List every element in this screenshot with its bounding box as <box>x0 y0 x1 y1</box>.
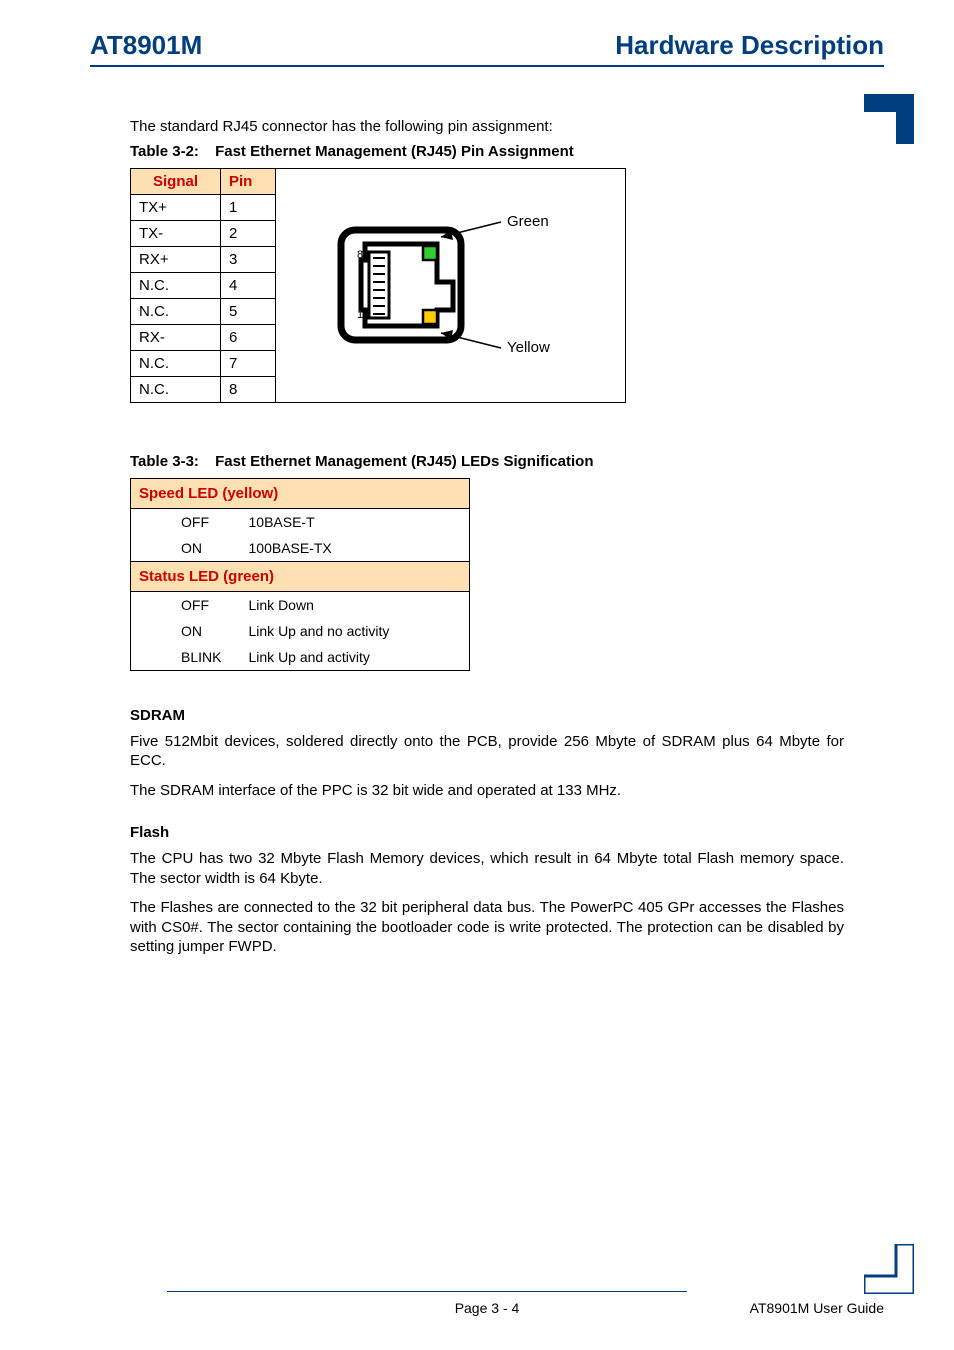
rj45-connector-icon: Green Yellow <box>311 200 591 370</box>
table-row: OFF10BASE-T <box>131 508 470 535</box>
corner-mark-icon <box>864 94 914 144</box>
cell-signal: N.C. <box>131 298 221 324</box>
intro-paragraph: The standard RJ45 connector has the foll… <box>130 117 844 137</box>
table-3-2-caption: Table 3-2: Fast Ethernet Management (RJ4… <box>130 143 844 160</box>
cell-state: OFF <box>131 591 241 618</box>
flash-heading: Flash <box>130 824 844 841</box>
cell-pin: 2 <box>221 220 276 246</box>
led-signification-table: Speed LED (yellow) OFF10BASE-T ON100BASE… <box>130 478 470 671</box>
cell-state: ON <box>131 618 241 644</box>
green-label: Green <box>507 213 549 230</box>
cell-meaning: Link Up and activity <box>241 644 470 671</box>
sdram-para-2: The SDRAM interface of the PPC is 32 bit… <box>130 781 844 801</box>
svg-text:8: 8 <box>357 249 363 261</box>
header-section: Hardware Description <box>615 30 884 61</box>
pin-assignment-table: Signal Pin Green Yellow <box>130 168 626 403</box>
cell-signal: N.C. <box>131 376 221 402</box>
cell-state: ON <box>131 535 241 562</box>
cell-signal: RX+ <box>131 246 221 272</box>
table-3-3-caption: Table 3-3: Fast Ethernet Management (RJ4… <box>130 453 844 470</box>
svg-text:1: 1 <box>357 309 363 321</box>
header-product: AT8901M <box>90 30 202 61</box>
speed-led-header: Speed LED (yellow) <box>131 478 470 508</box>
corner-mark-bottom-icon <box>864 1244 914 1294</box>
footer-rule <box>167 1291 687 1292</box>
cell-signal: RX- <box>131 324 221 350</box>
th-signal: Signal <box>131 168 221 194</box>
table-3-2-label: Table 3-2: <box>130 143 199 160</box>
cell-pin: 7 <box>221 350 276 376</box>
th-pin: Pin <box>221 168 276 194</box>
cell-signal: N.C. <box>131 350 221 376</box>
table-row: BLINKLink Up and activity <box>131 644 470 671</box>
flash-para-2: The Flashes are connected to the 32 bit … <box>130 898 844 957</box>
cell-meaning: 100BASE-TX <box>241 535 470 562</box>
cell-signal: N.C. <box>131 272 221 298</box>
table-3-2-title: Fast Ethernet Management (RJ45) Pin Assi… <box>215 143 574 160</box>
sdram-heading: SDRAM <box>130 707 844 724</box>
table-3-3-title: Fast Ethernet Management (RJ45) LEDs Sig… <box>215 453 593 470</box>
cell-state: BLINK <box>131 644 241 671</box>
cell-signal: TX- <box>131 220 221 246</box>
cell-pin: 3 <box>221 246 276 272</box>
cell-pin: 5 <box>221 298 276 324</box>
cell-pin: 8 <box>221 376 276 402</box>
cell-meaning: 10BASE-T <box>241 508 470 535</box>
flash-para-1: The CPU has two 32 Mbyte Flash Memory de… <box>130 849 844 888</box>
page-footer: Page 3 - 4 AT8901M User Guide <box>90 1291 884 1316</box>
header-rule <box>90 65 884 67</box>
rj45-diagram-cell: Green Yellow <box>276 168 626 402</box>
cell-state: OFF <box>131 508 241 535</box>
cell-pin: 6 <box>221 324 276 350</box>
status-led-header: Status LED (green) <box>131 561 470 591</box>
table-row: ON100BASE-TX <box>131 535 470 562</box>
cell-meaning: Link Down <box>241 591 470 618</box>
yellow-label: Yellow <box>507 339 550 356</box>
cell-pin: 1 <box>221 194 276 220</box>
sdram-para-1: Five 512Mbit devices, soldered directly … <box>130 732 844 771</box>
page-header: AT8901M Hardware Description <box>90 30 884 61</box>
table-3-3-label: Table 3-3: <box>130 453 199 470</box>
table-row: OFFLink Down <box>131 591 470 618</box>
footer-page-number: Page 3 - 4 <box>90 1300 884 1316</box>
table-row: ONLink Up and no activity <box>131 618 470 644</box>
cell-signal: TX+ <box>131 194 221 220</box>
cell-meaning: Link Up and no activity <box>241 618 470 644</box>
cell-pin: 4 <box>221 272 276 298</box>
